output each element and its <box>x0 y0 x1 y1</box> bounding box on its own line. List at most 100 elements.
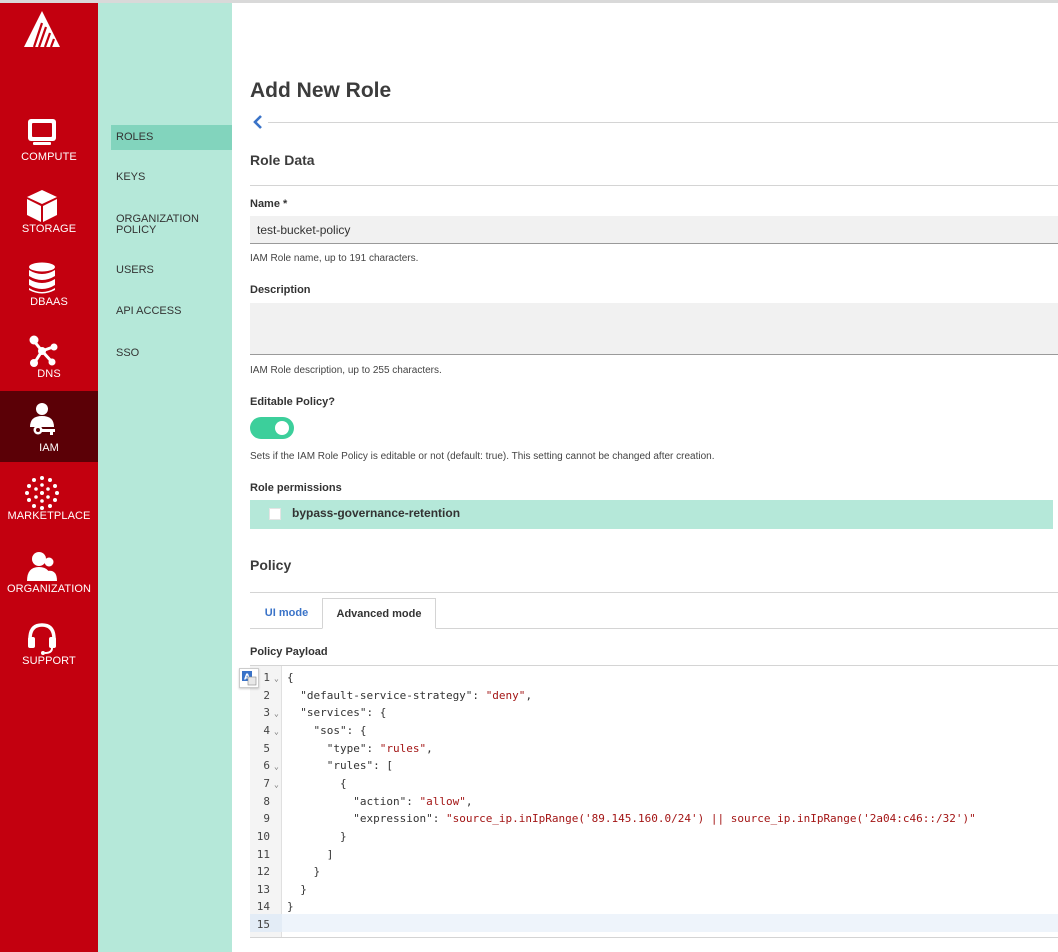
nav-item-dbaas[interactable]: DBAAS <box>0 262 98 334</box>
translate-icon[interactable]: A <box>239 668 259 688</box>
user-key-icon <box>30 403 55 435</box>
code-line: "services": { <box>287 706 386 719</box>
role-data-heading: Role Data <box>250 152 315 168</box>
active-line-highlight <box>282 914 1058 932</box>
code-token: "rules": [ <box>287 759 393 773</box>
nav-item-label: ORGANIZATION <box>6 583 92 595</box>
policy-heading: Policy <box>250 557 292 573</box>
code-string: "rules" <box>379 741 427 755</box>
code-line: "type": "rules", <box>287 742 433 755</box>
line-number: 12 <box>256 865 270 879</box>
subnav-item-roles[interactable]: ROLES <box>116 132 153 143</box>
code-token: ] <box>287 847 334 861</box>
nav-item-storage[interactable]: STORAGE <box>0 189 98 261</box>
subnav-item-users[interactable]: USERS <box>116 265 154 276</box>
nav-item-label: SUPPORT <box>22 655 76 667</box>
line-number: 14 <box>256 900 270 914</box>
line-number: 8 <box>263 794 270 808</box>
fold-chevron-icon[interactable]: ⌄ <box>274 762 279 771</box>
page-title: Add New Role <box>250 79 392 102</box>
code-line: { <box>287 671 294 684</box>
code-token: , <box>465 794 473 808</box>
code-line: ] <box>287 847 334 861</box>
line-number: 7 <box>263 776 270 790</box>
code-token: "default-service-strategy": <box>287 688 486 702</box>
users-icon <box>27 552 57 581</box>
description-textarea[interactable] <box>250 303 1058 355</box>
code-token: } <box>287 900 294 914</box>
section-divider <box>250 185 1058 186</box>
line-number: 13 <box>256 882 270 896</box>
nav-item-label: COMPUTE <box>21 151 77 163</box>
code-token: { <box>287 776 347 790</box>
role-name-input[interactable] <box>250 216 1058 244</box>
subnav-item-api-access[interactable]: API ACCESS <box>116 306 181 317</box>
nav-item-iam[interactable]: IAM <box>0 391 98 462</box>
code-token: } <box>287 865 321 879</box>
line-number: 9 <box>263 812 270 826</box>
code-token: { <box>287 671 294 684</box>
code-token: "action": <box>287 794 420 808</box>
fold-chevron-icon[interactable]: ⌄ <box>274 674 279 683</box>
monitor-icon <box>28 119 56 145</box>
line-number: 10 <box>256 829 270 843</box>
database-icon <box>29 262 55 294</box>
fold-chevron-icon[interactable]: ⌄ <box>274 780 279 789</box>
line-number: 3 <box>263 706 270 720</box>
line-number: 2 <box>263 688 270 702</box>
editable-policy-label: Editable Policy? <box>250 396 335 408</box>
code-token: , <box>525 688 533 702</box>
primary-nav: COMPUTE STORAGE DBAAS DNS IAM MARKETPLAC… <box>0 3 98 952</box>
code-token: "services": { <box>287 706 387 720</box>
code-string: "allow" <box>419 794 466 808</box>
code-token: "sos": { <box>287 723 367 737</box>
editable-policy-toggle[interactable] <box>250 417 294 439</box>
fold-chevron-icon[interactable]: ⌄ <box>274 727 279 736</box>
secondary-nav: ROLES KEYS ORGANIZATION POLICY USERS API… <box>98 3 232 952</box>
line-number: 5 <box>263 741 270 755</box>
subnav-item-organization-policy[interactable]: ORGANIZATION POLICY <box>116 214 199 236</box>
subnav-item-sso[interactable]: SSO <box>116 348 139 359</box>
nav-item-label: IAM <box>39 442 59 454</box>
section-divider <box>250 592 1058 593</box>
toggle-knob <box>275 421 289 435</box>
code-string: "deny" <box>485 688 526 702</box>
code-token: } <box>287 882 307 896</box>
description-label: Description <box>250 284 311 296</box>
nav-item-compute[interactable]: COMPUTE <box>0 117 98 189</box>
permission-checkbox[interactable] <box>269 508 281 520</box>
name-help-text: IAM Role name, up to 191 characters. <box>250 253 419 264</box>
tab-advanced-mode[interactable]: Advanced mode <box>322 598 436 629</box>
nav-item-organization[interactable]: ORGANIZATION <box>0 549 98 621</box>
code-line: "rules": [ <box>287 759 393 772</box>
code-line: } <box>287 883 307 896</box>
code-line: "action": "allow", <box>287 795 472 808</box>
permission-row[interactable]: bypass-governance-retention <box>250 500 1053 529</box>
nav-item-label: DNS <box>37 368 61 380</box>
permission-label: bypass-governance-retention <box>292 506 461 520</box>
code-line: } <box>287 830 347 843</box>
nav-item-support[interactable]: SUPPORT <box>0 621 98 693</box>
code-line: "sos": { <box>287 724 366 737</box>
fold-chevron-icon[interactable]: ⌄ <box>274 709 279 718</box>
nav-item-marketplace[interactable]: MARKETPLACE <box>0 476 98 548</box>
cube-icon <box>27 190 57 222</box>
code-token: , <box>426 741 433 755</box>
dots-circle-icon <box>25 476 59 510</box>
policy-payload-label: Policy Payload <box>250 646 328 658</box>
subnav-item-keys[interactable]: KEYS <box>116 172 145 183</box>
nav-item-label: STORAGE <box>21 223 77 235</box>
description-help-text: IAM Role description, up to 255 characte… <box>250 365 442 376</box>
title-divider <box>268 122 1058 123</box>
line-number: 6 <box>263 759 270 773</box>
headset-icon <box>28 623 56 655</box>
code-line: "default-service-strategy": "deny", <box>287 689 532 702</box>
policy-code-editor[interactable]: 1 ⌄{2 "default-service-strategy": "deny",… <box>250 665 1058 938</box>
back-chevron-icon[interactable] <box>250 113 264 131</box>
tab-ui-mode[interactable]: UI mode <box>250 598 323 629</box>
code-line: "expression": "source_ip.inIpRange('89.1… <box>287 812 976 825</box>
network-icon <box>29 335 58 367</box>
logo-icon[interactable] <box>22 9 62 49</box>
code-line: } <box>287 900 294 913</box>
line-number: 11 <box>256 847 270 861</box>
